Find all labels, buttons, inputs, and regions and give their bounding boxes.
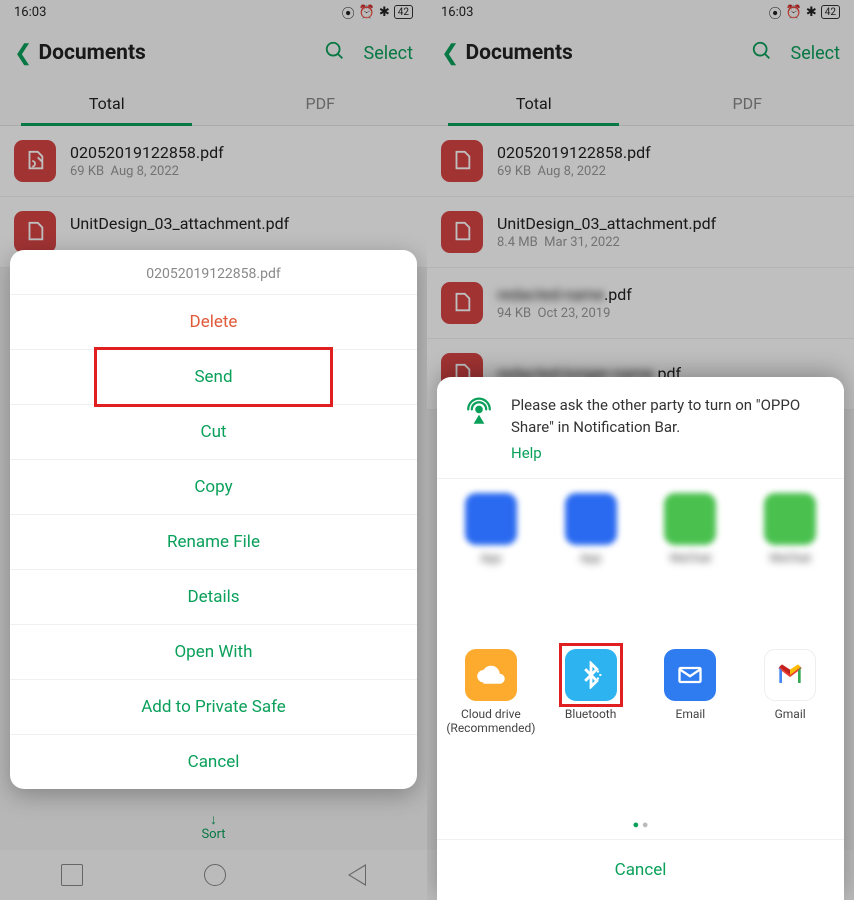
gmail-icon: [764, 649, 816, 701]
share-grid: App App WeChat WeChat Cloud drive (Recom…: [437, 479, 844, 814]
ctx-details[interactable]: Details: [10, 570, 417, 625]
share-app-blur[interactable]: App: [541, 493, 641, 644]
ctx-private[interactable]: Add to Private Safe: [10, 680, 417, 735]
bluetooth-icon: [565, 649, 617, 701]
cloud-icon: [465, 649, 517, 701]
share-app-blur[interactable]: WeChat: [740, 493, 840, 644]
context-menu: 02052019122858.pdf Delete Send Cut Copy …: [10, 250, 417, 789]
left-screen: 16:03 ⦿⏰✱ 42 ❮ Documents Select Total PD…: [0, 0, 427, 900]
ctx-cut[interactable]: Cut: [10, 405, 417, 460]
share-app-bluetooth[interactable]: Bluetooth: [541, 649, 641, 814]
right-screen: 16:03 ⦿⏰✱ 42 ❮ Documents Select Total PD…: [427, 0, 854, 900]
ctx-rename[interactable]: Rename File: [10, 515, 417, 570]
highlight-box: [559, 643, 623, 707]
ctx-cancel[interactable]: Cancel: [10, 735, 417, 789]
share-app-blur[interactable]: App: [441, 493, 541, 644]
page-dots: ● ●: [437, 814, 844, 839]
share-app-blur[interactable]: WeChat: [641, 493, 741, 644]
share-app-email[interactable]: Email: [641, 649, 741, 814]
email-icon: [664, 649, 716, 701]
ctx-delete[interactable]: Delete: [10, 295, 417, 350]
ctx-send[interactable]: Send: [10, 350, 417, 405]
share-sheet: Please ask the other party to turn on "O…: [437, 377, 844, 900]
oppo-share-icon: [461, 395, 497, 431]
context-title: 02052019122858.pdf: [10, 250, 417, 295]
ctx-openwith[interactable]: Open With: [10, 625, 417, 680]
ctx-copy[interactable]: Copy: [10, 460, 417, 515]
share-app-cloud[interactable]: Cloud drive (Recommended): [441, 649, 541, 814]
help-link[interactable]: Help: [511, 443, 820, 465]
share-cancel[interactable]: Cancel: [437, 839, 844, 900]
share-hint: Please ask the other party to turn on "O…: [437, 377, 844, 479]
share-app-gmail[interactable]: Gmail: [740, 649, 840, 814]
